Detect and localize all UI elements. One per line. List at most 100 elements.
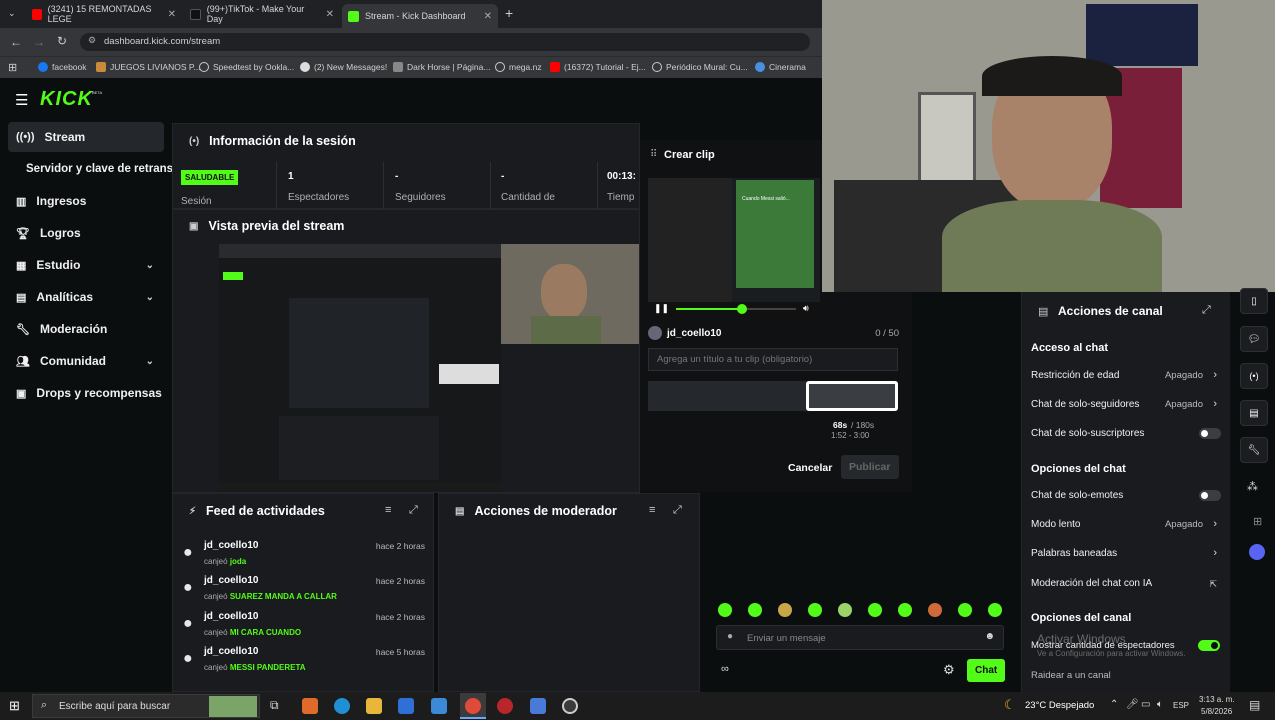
emoji-icon[interactable]: ☻: [984, 631, 995, 642]
reload-icon[interactable]: ↻: [57, 34, 67, 48]
discord-icon[interactable]: [1249, 544, 1265, 560]
volume-icon[interactable]: 🔊︎: [803, 303, 809, 314]
emote-icon[interactable]: [898, 603, 912, 617]
sidebar-item-estudio[interactable]: ▦ Estudio ⌄: [8, 250, 164, 280]
tool-button[interactable]: ▯: [1240, 288, 1268, 314]
publish-button[interactable]: Publicar: [841, 455, 899, 479]
followers-only-row[interactable]: Chat de solo-seguidores Apagado ›: [1031, 398, 1221, 413]
grid-icon[interactable]: ⊞: [1253, 515, 1262, 528]
points-icon[interactable]: ∞: [721, 663, 729, 675]
sidebar-item-moderacion[interactable]: 🔧︎ Moderación: [8, 314, 164, 344]
tool-button[interactable]: 🔧︎: [1240, 437, 1268, 463]
clip-scrubber[interactable]: [676, 304, 796, 314]
feed-item[interactable]: ●︎ jd_coello10 hace 2 horas canjeó SUARE…: [183, 575, 433, 607]
apps-grid-icon[interactable]: ⊞: [8, 61, 17, 74]
taskbar-search[interactable]: ⌕ Escribe aquí para buscar: [32, 694, 260, 718]
clip-video[interactable]: Cuando Messi salió... ❚❚ 🔊︎: [648, 178, 820, 316]
microphone-icon[interactable]: 🎤︎: [1126, 699, 1139, 710]
sidebar-item-drops[interactable]: ▣ Drops y recompensas: [8, 378, 164, 408]
bubbles-icon[interactable]: ⁂: [1247, 480, 1258, 493]
emote-icon[interactable]: [988, 603, 1002, 617]
bookmark-messages[interactable]: (2) New Messages!: [300, 62, 387, 72]
kick-logo[interactable]: KICK: [40, 88, 93, 111]
volume-icon[interactable]: 🔈︎: [1157, 699, 1163, 710]
windows-start-icon[interactable]: ⊞: [9, 698, 20, 714]
sidebar-item-logros[interactable]: 🏆︎ Logros: [8, 218, 164, 248]
drag-handle-icon[interactable]: ⠿: [650, 149, 657, 160]
clock-time[interactable]: 3:13 a. m.: [1199, 695, 1235, 704]
bookmark-tutorial[interactable]: (16372) Tutorial - Ej...: [550, 62, 646, 72]
filter-icon[interactable]: ≡: [649, 504, 655, 516]
cancel-button[interactable]: Cancelar: [788, 462, 832, 474]
edge-icon[interactable]: [334, 698, 350, 714]
back-icon[interactable]: ←: [10, 35, 22, 49]
feed-item[interactable]: ●︎ jd_coello10 hace 2 horas canjeó MI CA…: [183, 611, 433, 643]
sidebar-item-server-key[interactable]: Servidor y clave de retransm: [8, 154, 172, 184]
mail-icon[interactable]: [431, 698, 447, 714]
stream-preview-video[interactable]: [219, 244, 639, 492]
popout-icon[interactable]: ⤢: [1202, 304, 1211, 317]
address-bar[interactable]: ⚙ dashboard.kick.com/stream: [80, 33, 810, 51]
tool-button[interactable]: 💬︎: [1240, 326, 1268, 352]
app-icon[interactable]: [530, 698, 546, 714]
emote-icon[interactable]: [868, 603, 882, 617]
emote-icon[interactable]: [808, 603, 822, 617]
age-restriction-row[interactable]: Restricción de edad Apagado ›: [1031, 369, 1221, 384]
raid-channel-link[interactable]: Raidear a un canal: [1031, 670, 1111, 681]
chevron-down-icon[interactable]: ⌄: [146, 292, 154, 303]
clip-range-selector[interactable]: [806, 381, 898, 411]
sidebar-item-comunidad[interactable]: 👥︎ Comunidad ⌄: [8, 346, 164, 376]
tray-chevron-icon[interactable]: ⌃: [1110, 699, 1118, 710]
forward-icon[interactable]: →: [33, 35, 45, 49]
obs-icon[interactable]: [562, 698, 578, 714]
chevron-down-icon[interactable]: ⌄: [146, 260, 154, 271]
emote-icon[interactable]: [748, 603, 762, 617]
new-tab-icon[interactable]: +: [505, 5, 513, 21]
emote-icon[interactable]: [838, 603, 852, 617]
tool-button[interactable]: (•): [1240, 363, 1268, 389]
emote-icon[interactable]: [778, 603, 792, 617]
pause-icon[interactable]: ❚❚: [654, 303, 669, 314]
sidebar-item-analiticas[interactable]: ▤ Analíticas ⌄: [8, 282, 164, 312]
bookmark-darkhorse[interactable]: Dark Horse | Página...: [393, 62, 490, 72]
settings-icon[interactable]: ⚙: [943, 662, 955, 678]
tool-button[interactable]: ▤: [1240, 400, 1268, 426]
clock-date[interactable]: 5/8/2026: [1201, 707, 1232, 716]
network-icon[interactable]: ▭: [1141, 699, 1150, 710]
clip-title-input[interactable]: [648, 348, 898, 371]
notifications-icon[interactable]: ▤: [1249, 698, 1260, 712]
chat-send-button[interactable]: Chat: [967, 659, 1005, 682]
tab-list-chevron-icon[interactable]: ⌄: [8, 8, 16, 19]
chevron-down-icon[interactable]: ⌄: [146, 356, 154, 367]
taskbar-app-icon[interactable]: [302, 698, 318, 714]
emote-icon[interactable]: [928, 603, 942, 617]
bookmark-juegos[interactable]: JUEGOS LIVIANOS P...: [96, 62, 201, 72]
app-icon[interactable]: [497, 698, 513, 714]
slow-mode-row[interactable]: Modo lento Apagado ›: [1031, 518, 1221, 533]
emotes-only-toggle[interactable]: [1199, 490, 1221, 501]
banned-words-row[interactable]: Palabras baneadas ›: [1031, 547, 1221, 562]
popout-icon[interactable]: ⤢: [409, 504, 418, 517]
show-viewers-toggle[interactable]: [1198, 640, 1220, 651]
clip-scrubber-knob[interactable]: [737, 304, 747, 314]
sidebar-item-ingresos[interactable]: ▥ Ingresos: [8, 186, 164, 216]
close-tab-icon[interactable]: ✕: [484, 11, 492, 22]
emote-icon[interactable]: [718, 603, 732, 617]
weather-text[interactable]: 23°C Despejado: [1025, 700, 1094, 711]
close-tab-icon[interactable]: ✕: [326, 9, 334, 20]
bookmark-cinerama[interactable]: Cinerama: [755, 62, 806, 72]
menu-icon[interactable]: ☰: [15, 91, 28, 109]
sidebar-item-stream[interactable]: ((•)) Stream: [8, 122, 164, 152]
ai-moderation-row[interactable]: Moderación del chat con IA ⇱: [1031, 578, 1221, 592]
bookmark-periodico[interactable]: Periódico Mural: Cu...: [652, 62, 748, 72]
popout-icon[interactable]: ⤢: [673, 504, 682, 517]
site-info-icon[interactable]: ⚙: [88, 35, 96, 46]
browser-tab-tiktok[interactable]: (99+)TikTok - Make Your Day ✕: [184, 4, 340, 24]
browser-tab-youtube[interactable]: (3241) 15 REMONTADAS LEGE ✕: [26, 4, 182, 24]
bookmark-mega[interactable]: mega.nz: [495, 62, 542, 72]
chat-input[interactable]: ●︎ Enviar un mensaje ☻: [716, 625, 1004, 650]
emote-icon[interactable]: [958, 603, 972, 617]
language-indicator[interactable]: ESP: [1173, 701, 1189, 710]
bookmark-facebook[interactable]: facebook: [38, 62, 87, 72]
feed-item[interactable]: ●︎ jd_coello10 hace 2 horas canjeó joda: [183, 540, 433, 572]
